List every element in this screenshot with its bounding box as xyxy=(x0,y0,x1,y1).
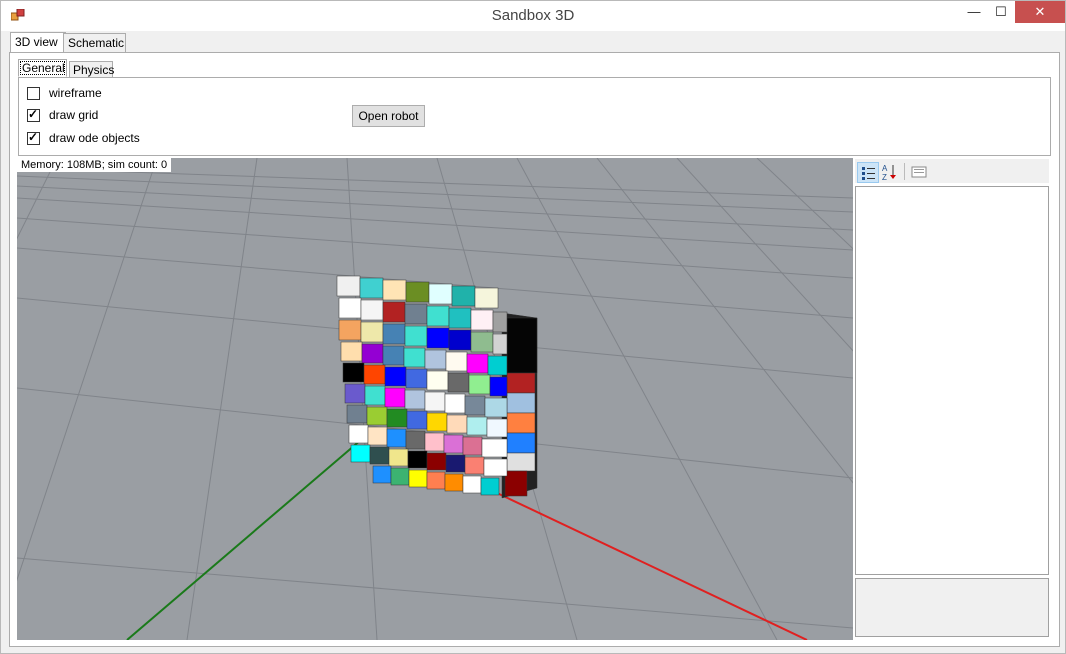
tab-3d-view[interactable]: 3D view xyxy=(10,32,66,54)
title-bar: Sandbox 3D — ☐ ✕ xyxy=(1,1,1065,31)
draw-grid-label: draw grid xyxy=(49,108,99,122)
window-title: Sandbox 3D xyxy=(491,7,575,24)
open-robot-button[interactable]: Open robot xyxy=(352,105,425,127)
draw-ode-objects-option[interactable]: draw ode objects xyxy=(27,130,140,146)
property-pages-icon[interactable] xyxy=(909,162,929,181)
tab-general[interactable]: General xyxy=(18,59,67,77)
draw-ode-objects-label: draw ode objects xyxy=(49,131,140,145)
scene-canvas xyxy=(17,158,853,640)
close-button[interactable]: ✕ xyxy=(1015,1,1065,23)
wireframe-option[interactable]: wireframe xyxy=(27,85,102,101)
wireframe-label: wireframe xyxy=(49,86,102,100)
maximize-button[interactable]: ☐ xyxy=(987,1,1015,23)
draw-grid-option[interactable]: draw grid xyxy=(27,107,98,123)
main-window: Sandbox 3D — ☐ ✕ 3D view Schematic Gener… xyxy=(0,0,1066,654)
svg-text:A: A xyxy=(882,164,888,173)
status-text: Memory: 108MB; sim count: 0 xyxy=(17,158,172,172)
3d-view-panel: General Physics wireframe draw grid draw… xyxy=(9,52,1060,647)
y-axis-line xyxy=(126,432,370,640)
minimize-button[interactable]: — xyxy=(959,1,989,23)
property-toolbar: A Z xyxy=(855,159,1049,183)
general-settings: wireframe draw grid draw ode objects Ope… xyxy=(18,77,1051,156)
3d-viewport[interactable]: Memory: 108MB; sim count: 0 xyxy=(17,158,853,640)
property-grid[interactable] xyxy=(855,186,1049,575)
sort-alphabetical-icon[interactable]: A Z xyxy=(880,162,900,182)
categorized-icon[interactable] xyxy=(857,162,879,183)
cube-wall xyxy=(336,275,538,499)
wireframe-checkbox[interactable] xyxy=(27,86,40,100)
tab-schematic[interactable]: Schematic xyxy=(63,33,126,53)
draw-grid-checkbox[interactable] xyxy=(27,107,40,122)
property-description-panel xyxy=(855,578,1049,637)
toolbar-separator xyxy=(904,163,905,180)
draw-ode-objects-checkbox[interactable] xyxy=(27,130,40,145)
x-axis-line xyxy=(496,492,808,640)
svg-text:Z: Z xyxy=(882,173,887,181)
